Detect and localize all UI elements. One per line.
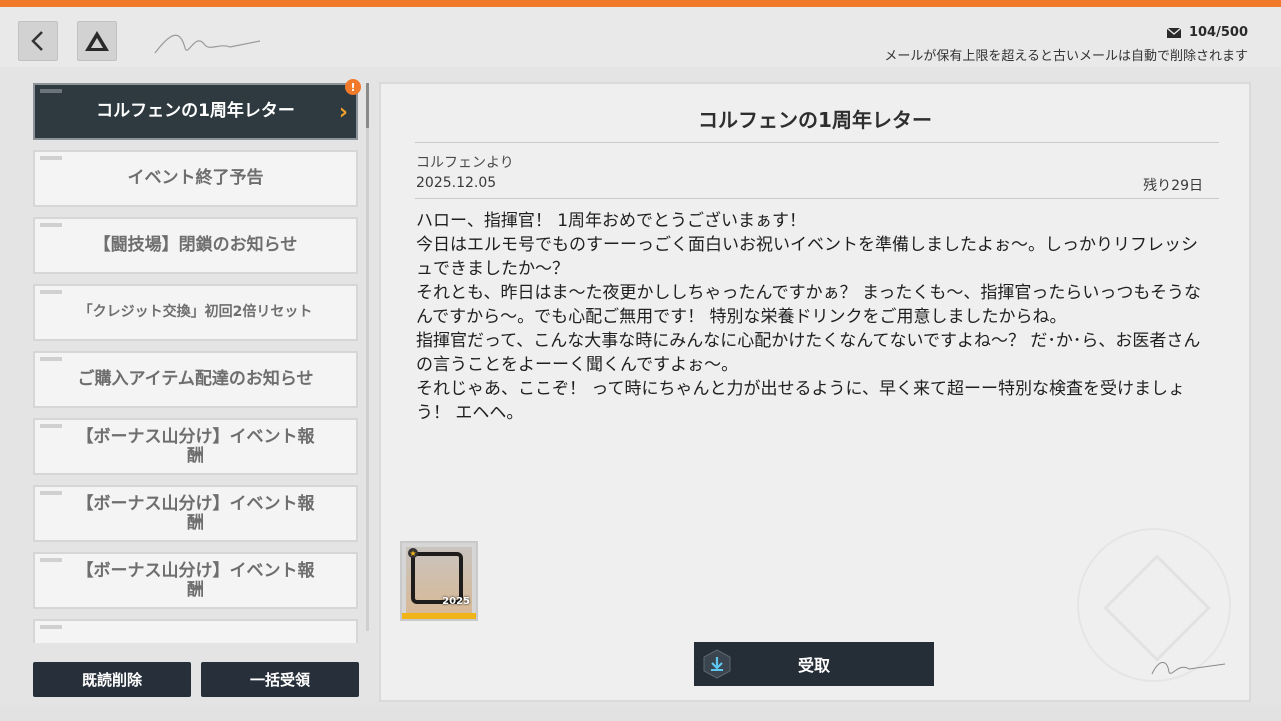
divider bbox=[415, 198, 1219, 199]
alert-badge-icon: ! bbox=[345, 79, 361, 95]
mail-body-line: それじゃあ、ここぞ！ って時にちゃんと力が出せるように、早く来て超ーー特別な検査… bbox=[416, 379, 1186, 423]
mail-item-6[interactable]: 【ボーナス山分け】イベント報酬 bbox=[33, 418, 358, 475]
signature-decoration bbox=[1151, 662, 1226, 675]
mail-tag bbox=[40, 89, 62, 93]
mail-tag bbox=[40, 357, 62, 361]
mail-tag bbox=[40, 156, 62, 160]
mail-detail-panel: コルフェンの1周年レター コルフェンより 2025.12.05 残り29日 ハロ… bbox=[379, 82, 1251, 702]
mail-item-label: 【ボーナス山分け】イベント報酬 bbox=[76, 560, 315, 600]
chevron-left-icon bbox=[31, 31, 43, 51]
mail-list-scrollbar[interactable] bbox=[366, 83, 369, 631]
mail-tag bbox=[40, 491, 62, 495]
mail-list-scroll-thumb[interactable] bbox=[366, 83, 369, 128]
mail-limit-notice: メールが保有上限を超えると古いメールは自動で削除されます bbox=[884, 49, 1248, 64]
mail-count-text: 104/500 bbox=[1188, 25, 1248, 40]
envelope-icon bbox=[1166, 27, 1181, 38]
mail-body-line: ハロー、指揮官！ 1周年おめでとうございまぁす！ bbox=[416, 211, 807, 231]
claim-button[interactable]: 受取 bbox=[694, 642, 934, 686]
mail-item-5[interactable]: ご購入アイテム配達のお知らせ bbox=[33, 351, 358, 408]
delete-read-button[interactable]: 既読削除 bbox=[33, 662, 191, 697]
mail-item-8[interactable]: 【ボーナス山分け】イベント報酬 bbox=[33, 552, 358, 609]
mail-body-line: それとも、昨日はま〜た夜更かししちゃったんですかぁ？ まったくも〜、指揮官ったら… bbox=[416, 283, 1202, 327]
download-icon bbox=[703, 649, 731, 679]
mail-item-label: ご購入アイテム配達のお知らせ bbox=[77, 369, 314, 390]
star-icon: ★ bbox=[408, 548, 418, 558]
mail-item-label: イベント終了予告 bbox=[127, 168, 264, 189]
claim-label: 受取 bbox=[797, 656, 830, 675]
mail-tag bbox=[40, 424, 62, 428]
mail-item-2[interactable]: イベント終了予告 bbox=[33, 150, 358, 207]
mail-item-9[interactable] bbox=[33, 619, 358, 643]
signature-decoration bbox=[154, 34, 261, 54]
mail-item-7[interactable]: 【ボーナス山分け】イベント報酬 bbox=[33, 485, 358, 542]
mail-sender: コルフェンより bbox=[416, 155, 514, 171]
divider bbox=[415, 142, 1219, 143]
mail-item-label: 【ボーナス山分け】イベント報酬 bbox=[76, 426, 315, 466]
reward-item[interactable]: ★ 2025 bbox=[400, 541, 478, 621]
top-accent-stripe bbox=[0, 0, 1281, 7]
receive-all-button[interactable]: 一括受領 bbox=[201, 662, 359, 697]
top-bar: 104/500 メールが保有上限を超えると古いメールは自動で削除されます bbox=[0, 7, 1281, 67]
mail-item-label: コルフェンの1周年レター bbox=[96, 101, 295, 122]
drive-button[interactable] bbox=[77, 21, 117, 61]
back-button[interactable] bbox=[18, 21, 58, 61]
mail-remaining-days: 残り29日 bbox=[1143, 178, 1203, 194]
mail-item-1[interactable]: コルフェンの1周年レター › bbox=[33, 83, 358, 140]
chevron-right-icon: › bbox=[338, 100, 348, 125]
mail-item-label: 「クレジット交換」初回2倍リセット bbox=[78, 303, 313, 320]
mail-date: 2025.12.05 bbox=[416, 175, 497, 191]
mail-title: コルフェンの1周年レター bbox=[698, 108, 932, 132]
mail-item-label: 【ボーナス山分け】イベント報酬 bbox=[76, 493, 315, 533]
mail-list: コルフェンの1周年レター › イベント終了予告 【闘技場】閉鎖のお知らせ 「クレ… bbox=[33, 83, 359, 643]
mail-tag bbox=[40, 290, 62, 294]
triangle-drive-icon bbox=[85, 31, 109, 51]
mail-body-line: 指揮官だって、こんな大事な時にみんなに心配かけたくなんてないですよね〜？ だ･か… bbox=[416, 331, 1201, 375]
mail-body: ハロー、指揮官！ 1周年おめでとうございまぁす！ 今日はエルモ号でものすーーっご… bbox=[416, 209, 1206, 425]
mail-tag bbox=[40, 625, 62, 629]
reward-year: 2025 bbox=[442, 596, 470, 607]
mail-count: 104/500 bbox=[1166, 25, 1248, 40]
mail-tag bbox=[40, 223, 62, 227]
mail-tag bbox=[40, 558, 62, 562]
mail-item-3[interactable]: 【闘技場】閉鎖のお知らせ bbox=[33, 217, 358, 274]
mail-item-4[interactable]: 「クレジット交換」初回2倍リセット bbox=[33, 284, 358, 341]
footer-strip bbox=[0, 705, 1281, 721]
rarity-bar bbox=[402, 613, 476, 619]
mail-body-line: 今日はエルモ号でものすーーっごく面白いお祝いイベントを準備しましたよぉ〜。しっか… bbox=[416, 235, 1198, 279]
mail-item-label: 【闘技場】閉鎖のお知らせ bbox=[93, 235, 298, 256]
